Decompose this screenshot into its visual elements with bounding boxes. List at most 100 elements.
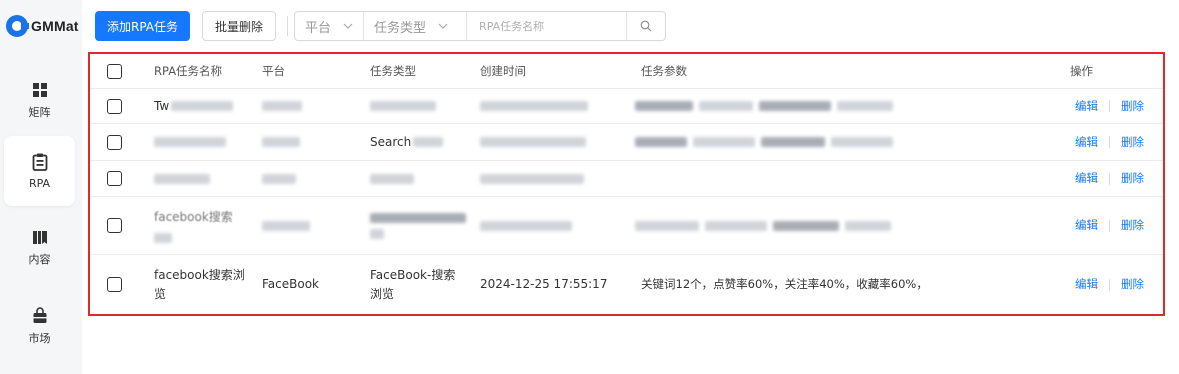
redacted-text [831, 137, 893, 147]
redacted-text [845, 220, 891, 231]
task-name-visible-fragment: Tw [154, 98, 170, 113]
redacted-text [480, 101, 588, 111]
redacted-text [761, 137, 825, 147]
action-divider [1109, 278, 1110, 291]
header-task-name: RPA任务名称 [154, 63, 223, 78]
redacted-text [837, 101, 893, 111]
redacted-text [635, 101, 693, 111]
sidebar-item-matrix[interactable]: 矩阵 [4, 66, 75, 136]
sidebar-item-label: 内容 [28, 253, 51, 266]
add-rpa-task-button[interactable]: 添加RPA任务 [95, 11, 191, 41]
redacted-text [154, 173, 210, 184]
search-button[interactable] [627, 12, 665, 40]
task-name-cell: facebook搜索 [154, 197, 250, 254]
redacted-text [154, 137, 226, 147]
redacted-text [705, 220, 767, 231]
edit-link[interactable]: 编辑 [1075, 275, 1098, 294]
sidebar-item-label: RPA [28, 176, 51, 190]
delete-link[interactable]: 删除 [1121, 275, 1144, 294]
task-name-cell: Tw [154, 89, 234, 123]
search-icon [640, 20, 652, 32]
delete-link[interactable]: 删除 [1121, 133, 1144, 152]
redacted-text [480, 173, 584, 184]
app-logo[interactable]: GMMat [6, 13, 82, 39]
redacted-text [370, 212, 466, 223]
table-row: 编辑 删除 [90, 161, 1163, 197]
grid-icon [32, 83, 47, 97]
redacted-text [759, 101, 831, 111]
edit-link[interactable]: 编辑 [1075, 97, 1098, 116]
header-task-params: 任务参数 [641, 63, 687, 78]
task-type-visible-fragment: Search [370, 134, 412, 149]
redacted-text [370, 173, 414, 184]
delete-link[interactable]: 删除 [1121, 97, 1144, 116]
chevron-down-icon [343, 23, 353, 29]
task-params-cell [635, 197, 891, 254]
redacted-text [699, 101, 753, 111]
bulk-delete-button[interactable]: 批量删除 [202, 11, 277, 41]
redacted-text [370, 228, 384, 239]
action-divider [1109, 219, 1110, 232]
task-params-cell [635, 89, 893, 123]
table-row: facebook搜索 编辑 删除 [90, 197, 1163, 255]
redacted-text [693, 137, 755, 147]
redacted-text [480, 220, 572, 231]
redacted-text [635, 220, 699, 231]
book-icon [32, 231, 47, 244]
task-type-cell: Search [370, 124, 444, 160]
edit-link[interactable]: 编辑 [1075, 133, 1098, 152]
action-divider [1109, 100, 1110, 112]
table-header-row: RPA任务名称 平台 任务类型 创建时间 任务参数 操作 [90, 54, 1163, 89]
action-divider [1109, 172, 1110, 185]
row-checkbox[interactable] [107, 134, 122, 150]
sidebar-item-market[interactable]: 市场 [4, 291, 75, 361]
task-type-select-placeholder: 任务类型 [374, 20, 427, 36]
redacted-text [171, 101, 234, 111]
toolbar: 添加RPA任务 批量删除 平台 任务类型 [95, 11, 667, 41]
delete-link[interactable]: 删除 [1121, 216, 1144, 235]
chevron-down-icon [438, 23, 448, 29]
platform-select[interactable]: 平台 [295, 12, 365, 40]
sidebar-item-label: 矩阵 [28, 106, 51, 119]
delete-link[interactable]: 删除 [1121, 169, 1144, 188]
header-platform: 平台 [262, 63, 285, 78]
header-actions: 操作 [1070, 63, 1093, 78]
redacted-text [262, 137, 300, 147]
row-checkbox[interactable] [107, 98, 122, 114]
task-type-select[interactable]: 任务类型 [364, 12, 468, 40]
select-all-checkbox[interactable] [107, 63, 122, 79]
task-name-search-input[interactable] [467, 12, 628, 40]
row-checkbox[interactable] [107, 171, 122, 186]
edit-link[interactable]: 编辑 [1075, 216, 1098, 235]
table-row: Search 编辑 删除 [90, 124, 1163, 161]
shopping-bag-icon [33, 306, 46, 323]
row-checkbox[interactable] [107, 277, 122, 292]
action-divider [1109, 136, 1110, 148]
rpa-task-table: RPA任务名称 平台 任务类型 创建时间 任务参数 操作 Tw 编辑 删除 Se… [88, 52, 1165, 316]
row-checkbox[interactable] [107, 218, 122, 233]
created-time-cell: 2024-12-25 17:55:17 [480, 277, 608, 291]
logo-text: GMMat [31, 18, 79, 34]
task-params-cell: 关键词12个，点赞率60%，关注率40%，收藏率60%， [641, 277, 928, 291]
table-row: facebook搜索浏览 FaceBook FaceBook-搜索浏览 2024… [90, 255, 1163, 314]
task-name-cell: facebook搜索浏览 [154, 267, 245, 301]
edit-link[interactable]: 编辑 [1075, 169, 1098, 188]
sidebar-item-rpa[interactable]: RPA [4, 136, 75, 206]
task-name-visible-fragment: facebook搜索 [154, 210, 233, 224]
redacted-text [773, 220, 839, 231]
filter-group: 平台 任务类型 [294, 11, 667, 41]
redacted-text [262, 173, 296, 184]
redacted-text [154, 233, 172, 243]
sidebar-item-label: 市场 [28, 331, 51, 345]
redacted-text [262, 220, 310, 231]
redacted-text [480, 137, 586, 147]
sidebar-item-content[interactable]: 内容 [4, 213, 75, 283]
sidebar: GMMat 矩阵 RPA 内容 市场 [0, 0, 82, 374]
platform-select-placeholder: 平台 [305, 20, 332, 36]
header-task-type: 任务类型 [370, 63, 416, 78]
logo-mark-icon [6, 15, 29, 37]
platform-cell: FaceBook [262, 277, 319, 291]
redacted-text [262, 101, 302, 111]
task-params-cell [635, 124, 893, 160]
redacted-text [370, 101, 436, 111]
